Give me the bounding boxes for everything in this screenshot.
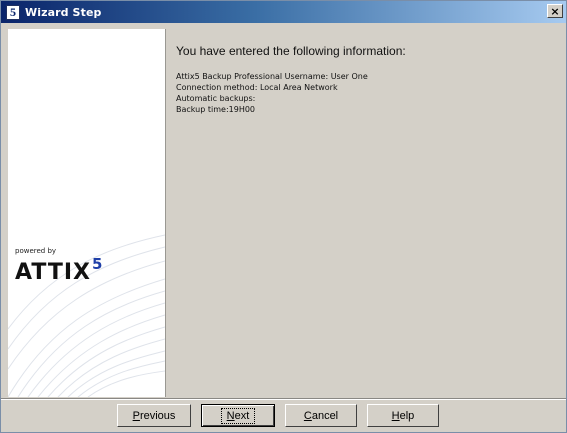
footer-separator-highlight (1, 399, 566, 400)
info-backup-time: Backup time:19H00 (176, 105, 256, 114)
previous-button[interactable]: Previous (117, 404, 191, 427)
cancel-label: ancel (311, 409, 339, 422)
branding-panel: powered by ATTIX5 (8, 29, 165, 397)
summary-heading: You have entered the following informati… (176, 44, 406, 58)
panel-divider (165, 29, 166, 397)
next-mnemonic: N (226, 409, 235, 422)
cancel-mnemonic: C (303, 409, 312, 422)
previous-mnemonic: P (132, 409, 140, 422)
brand-name: ATTIX (15, 260, 91, 285)
next-button[interactable]: Next (201, 404, 275, 427)
close-icon: × (550, 4, 560, 18)
attix5-logo: ATTIX5 (15, 257, 103, 285)
help-mnemonic: H (391, 409, 400, 422)
summary-content: You have entered the following informati… (176, 44, 406, 115)
brand-superscript: 5 (91, 255, 104, 273)
info-automatic-backups: Automatic backups: (176, 94, 256, 103)
help-label: elp (399, 409, 415, 422)
info-connection-method: Connection method: Local Area Network (176, 83, 338, 92)
app-icon: 5 (6, 4, 20, 20)
cancel-button[interactable]: Cancel (285, 404, 357, 427)
next-label: ext (234, 409, 250, 422)
close-button[interactable]: × (547, 4, 563, 18)
help-button[interactable]: Help (367, 404, 439, 427)
window-title: Wizard Step (25, 5, 102, 19)
wizard-dialog: 5 Wizard Step × powered by ATTIX5 You ha… (0, 0, 567, 433)
info-username: Attix5 Backup Professional Username: Use… (176, 72, 368, 81)
next-focus-ring: Next (220, 407, 256, 424)
previous-label: revious (139, 409, 176, 422)
powered-by-label: powered by (15, 247, 57, 255)
swoosh-decoration (8, 234, 165, 397)
title-bar[interactable]: 5 Wizard Step × (1, 1, 566, 23)
